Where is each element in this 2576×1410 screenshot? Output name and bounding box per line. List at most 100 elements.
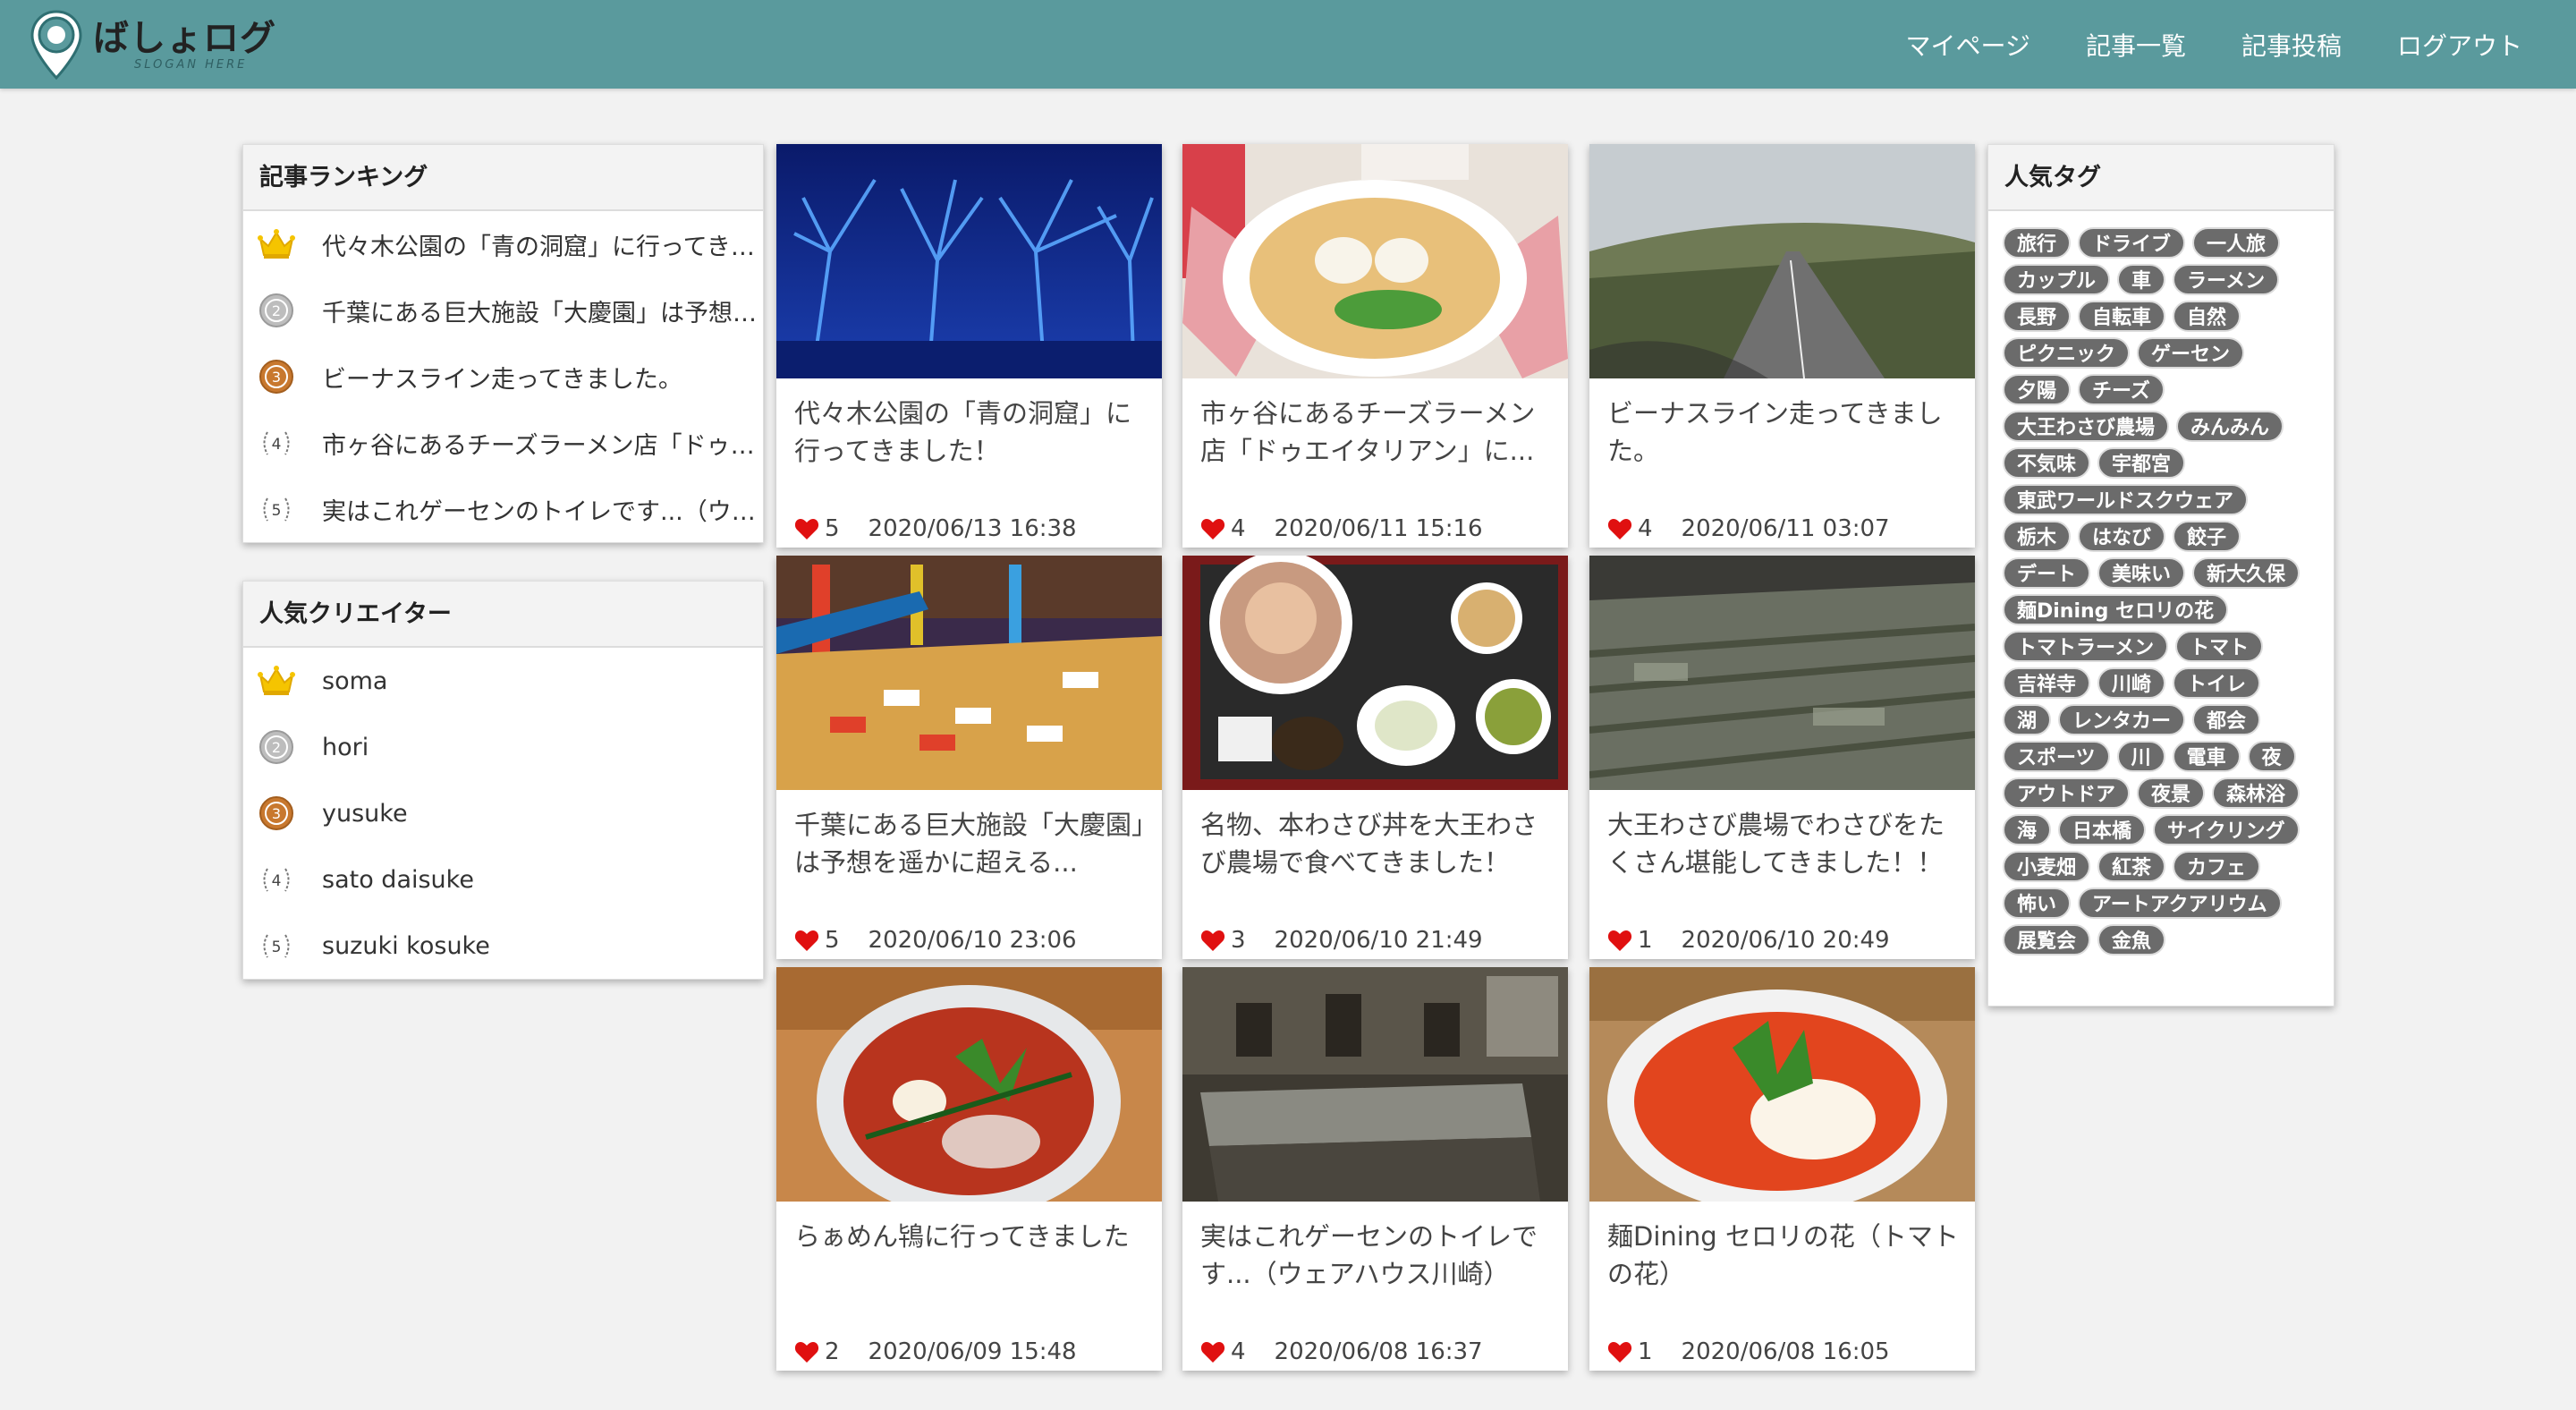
tag-chip[interactable]: 川 <box>2116 741 2165 772</box>
article-card[interactable]: 市ヶ谷にあるチーズラーメン店「ドゥエイタリアン」に... 4 2020/06/1… <box>1182 144 1568 548</box>
tag-chip[interactable]: 夜景 <box>2137 777 2206 809</box>
heart-icon[interactable] <box>1200 929 1225 952</box>
nav-article-list[interactable]: 記事一覧 <box>2086 27 2186 63</box>
article-meta: 4 2020/06/11 15:16 <box>1200 515 1483 542</box>
tag-chip[interactable]: 旅行 <box>2003 227 2072 259</box>
tag-chip[interactable]: 東武ワールドスクウェア <box>2003 484 2249 515</box>
popular-creators-panel: 人気クリエイター soma 2 hori 3 yusuke 4 sato dai… <box>242 581 764 980</box>
tag-chip[interactable]: 吉祥寺 <box>2003 667 2091 699</box>
ranking-title: 記事ランキング <box>243 145 763 211</box>
tag-chip[interactable]: 湖 <box>2003 704 2052 735</box>
article-title: 実はこれゲーセンのトイレです...（ウェアハウス川崎） <box>1200 1221 1538 1289</box>
tag-chip[interactable]: 夕陽 <box>2003 374 2072 405</box>
tag-chip[interactable]: 餃子 <box>2173 521 2241 552</box>
tag-chip[interactable]: カフェ <box>2173 851 2261 882</box>
heart-icon[interactable] <box>1607 517 1632 540</box>
tag-chip[interactable]: 展覧会 <box>2003 924 2091 956</box>
tag-chip[interactable]: 紅茶 <box>2097 851 2166 882</box>
tag-chip[interactable]: アートアクアリウム <box>2078 888 2282 919</box>
tag-chip[interactable]: トマト <box>2175 631 2264 662</box>
silver-medal-icon: 2 <box>258 728 295 766</box>
tag-chip[interactable]: 都会 <box>2192 704 2261 735</box>
site-logo[interactable]: ばしょログ SLOGAN HERE <box>29 9 276 81</box>
heart-icon[interactable] <box>794 929 819 952</box>
article-card[interactable]: ビーナスライン走ってきました。 4 2020/06/11 03:07 <box>1589 144 1975 548</box>
heart-icon[interactable] <box>1200 1340 1225 1363</box>
post-date: 2020/06/09 15:48 <box>868 1338 1077 1365</box>
tag-chip[interactable]: 宇都宮 <box>2097 447 2186 479</box>
nav-mypage[interactable]: マイページ <box>1906 27 2030 63</box>
tag-chip[interactable]: 長野 <box>2003 301 2072 332</box>
article-title: 市ヶ谷にあるチーズラーメン店「ドゥエイタリアン」に... <box>1200 398 1536 466</box>
ranking-item-3[interactable]: 3 ビーナスライン走ってきました。 <box>243 344 763 410</box>
tag-chip[interactable]: 車 <box>2117 264 2166 295</box>
tag-chip[interactable]: 一人旅 <box>2192 227 2281 259</box>
tag-chip[interactable]: 麺Dining セロリの花 <box>2003 594 2229 625</box>
heart-icon[interactable] <box>794 517 819 540</box>
article-card[interactable]: 麺Dining セロリの花（トマトの花） 1 2020/06/08 16:05 <box>1589 967 1975 1371</box>
tag-chip[interactable]: 美味い <box>2097 557 2186 589</box>
tag-chip[interactable]: ゲーセン <box>2137 337 2245 369</box>
ranking-item-2[interactable]: 2 千葉にある巨大施設「大慶園」は予想を遥かに超える... <box>243 277 763 344</box>
like-count: 4 <box>1231 515 1246 542</box>
tag-chip[interactable]: 栃木 <box>2003 521 2072 552</box>
tag-chip[interactable]: 怖い <box>2003 888 2072 919</box>
tag-chip[interactable]: 大王わさび農場 <box>2003 411 2170 442</box>
heart-icon[interactable] <box>794 1340 819 1363</box>
heart-icon[interactable] <box>1607 929 1632 952</box>
tag-chip[interactable]: アウトドア <box>2003 777 2131 809</box>
laurel-4-icon: 4 <box>258 424 295 462</box>
tag-chip[interactable]: 電車 <box>2172 741 2241 772</box>
tag-chip[interactable]: ラーメン <box>2173 264 2280 295</box>
tag-chip[interactable]: トマトラーメン <box>2003 631 2169 662</box>
ranking-item-1[interactable]: 代々木公園の「青の洞窟」に行ってきました！ <box>243 211 763 277</box>
tag-chip[interactable]: 小麦畑 <box>2003 851 2091 882</box>
article-card[interactable]: 代々木公園の「青の洞窟」に行ってきました！ 5 2020/06/13 16:38 <box>776 144 1162 548</box>
nav-post-article[interactable]: 記事投稿 <box>2241 27 2342 63</box>
tag-chip[interactable]: チーズ <box>2078 374 2165 405</box>
tag-chip[interactable]: デート <box>2003 557 2091 589</box>
article-card[interactable]: 千葉にある巨大施設「大慶園」は予想を遥かに超える... 5 2020/06/10… <box>776 556 1162 959</box>
tag-chip[interactable]: 日本橋 <box>2058 814 2147 845</box>
crown-icon <box>258 662 295 700</box>
heart-icon[interactable] <box>1200 517 1225 540</box>
tag-chip[interactable]: トイレ <box>2173 667 2261 699</box>
tag-chip[interactable]: 自転車 <box>2078 301 2166 332</box>
tag-chip[interactable]: 川崎 <box>2097 667 2166 699</box>
creator-name: sato daisuke <box>322 865 474 894</box>
like-count: 3 <box>1231 927 1246 954</box>
tag-chip[interactable]: スポーツ <box>2003 741 2110 772</box>
tag-chip[interactable]: 自然 <box>2173 301 2241 332</box>
article-card[interactable]: らぁめん鴇に行ってきました 2 2020/06/09 15:48 <box>776 967 1162 1371</box>
tag-chip[interactable]: ピクニック <box>2003 337 2131 369</box>
heart-icon[interactable] <box>1607 1340 1632 1363</box>
article-card[interactable]: 名物、本わさび丼を大王わさび農場で食べてきました！ 3 2020/06/10 2… <box>1182 556 1568 959</box>
tag-chip[interactable]: 森林浴 <box>2212 777 2301 809</box>
creator-item-4[interactable]: 4 sato daisuke <box>243 846 763 913</box>
nav-logout[interactable]: ログアウト <box>2397 27 2522 63</box>
creator-item-3[interactable]: 3 yusuke <box>243 780 763 846</box>
tag-chip[interactable]: 海 <box>2003 814 2052 845</box>
post-date: 2020/06/08 16:05 <box>1681 1338 1890 1365</box>
article-meta: 4 2020/06/11 03:07 <box>1607 515 1890 542</box>
tag-chip[interactable]: 夜 <box>2247 741 2296 772</box>
tag-chip[interactable]: カップル <box>2003 264 2111 295</box>
article-thumbnail <box>1182 144 1568 378</box>
creator-item-2[interactable]: 2 hori <box>243 714 763 780</box>
ranking-item-5[interactable]: 5 実はこれゲーセンのトイレです...（ウェアハウス川崎） <box>243 476 763 542</box>
tag-chip[interactable]: ドライブ <box>2078 227 2186 259</box>
tag-chip[interactable]: 金魚 <box>2097 924 2166 956</box>
creator-item-1[interactable]: soma <box>243 648 763 714</box>
ranking-item-4[interactable]: 4 市ヶ谷にあるチーズラーメン店「ドゥエイタリアン」に... <box>243 410 763 476</box>
creator-item-5[interactable]: 5 suzuki kosuke <box>243 913 763 979</box>
tag-chip[interactable]: はなび <box>2078 521 2166 552</box>
ranking-item-title: 代々木公園の「青の洞窟」に行ってきました！ <box>322 233 760 261</box>
svg-text:2: 2 <box>272 302 281 319</box>
tag-chip[interactable]: みんみん <box>2176 411 2284 442</box>
tag-chip[interactable]: 新大久保 <box>2192 557 2301 589</box>
tag-chip[interactable]: レンタカー <box>2058 704 2186 735</box>
article-card[interactable]: 大王わさび農場でわさびをたくさん堪能してきました！！ 1 2020/06/10 … <box>1589 556 1975 959</box>
tag-chip[interactable]: サイクリング <box>2153 814 2300 845</box>
tag-chip[interactable]: 不気味 <box>2003 447 2091 479</box>
article-card[interactable]: 実はこれゲーセンのトイレです...（ウェアハウス川崎） 4 2020/06/08… <box>1182 967 1568 1371</box>
